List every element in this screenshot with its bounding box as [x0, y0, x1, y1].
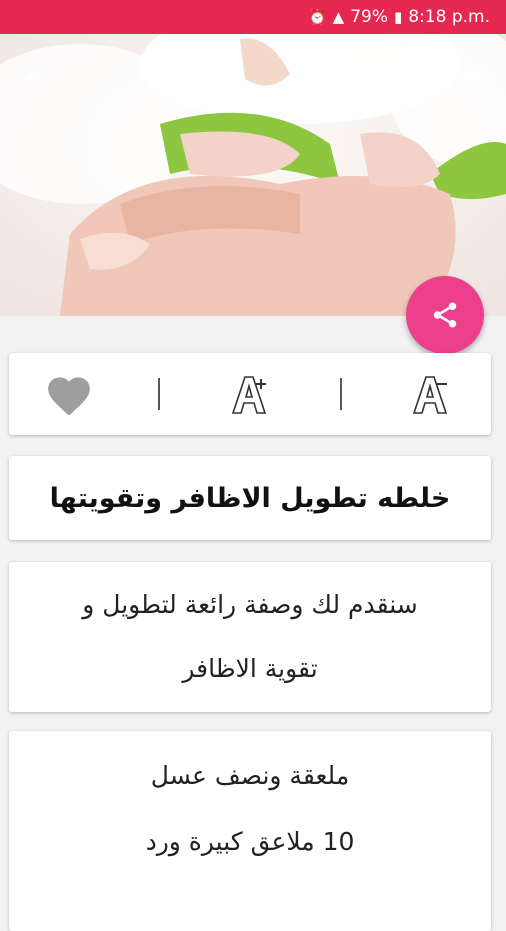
article-intro-card: سنقدم لك وصفة رائعة لتطويل و تقوية الاظا…	[9, 562, 491, 712]
article-title-card: خلطه تطويل الاظافر وتقويتها	[9, 456, 491, 540]
heart-icon	[47, 377, 90, 416]
status-bar: ⏰ ▲ 79% ▮ 8:18 p.m.	[0, 0, 506, 34]
battery-icon: ▮	[393, 8, 403, 26]
status-time: 8:18 p.m.	[408, 7, 490, 27]
intro-line: سنقدم لك وصفة رائعة لتطويل و	[82, 590, 418, 619]
share-icon	[433, 302, 457, 328]
article-title: خلطه تطويل الاظافر وتقويتها	[49, 482, 451, 514]
signal-icon: ▲	[332, 8, 345, 26]
ingredient-item: ملعقة ونصف عسل	[150, 761, 350, 790]
hero-image	[0, 34, 506, 316]
ingredients-card: ملعقة ونصف عسل 10 ملاعق كبيرة ورد	[9, 731, 491, 931]
alarm-icon: ⏰	[307, 8, 327, 26]
arrow-left-icon	[25, 69, 43, 87]
menu-button[interactable]	[452, 58, 492, 98]
intro-line: تقوية الاظافر	[182, 654, 318, 683]
menu-icon	[462, 71, 482, 86]
divider	[158, 378, 161, 410]
back-button[interactable]	[14, 58, 54, 98]
font-decrease-button[interactable]	[401, 364, 461, 424]
favorite-button[interactable]	[39, 364, 99, 424]
article-toolbar	[9, 353, 491, 435]
font-increase-icon	[231, 376, 267, 414]
ingredient-item: 10 ملاعق كبيرة ورد	[145, 827, 355, 856]
battery-percent: 79%	[350, 7, 388, 27]
divider	[339, 378, 342, 410]
font-increase-button[interactable]	[220, 364, 280, 424]
share-button[interactable]	[406, 276, 484, 354]
font-decrease-icon	[413, 376, 448, 414]
